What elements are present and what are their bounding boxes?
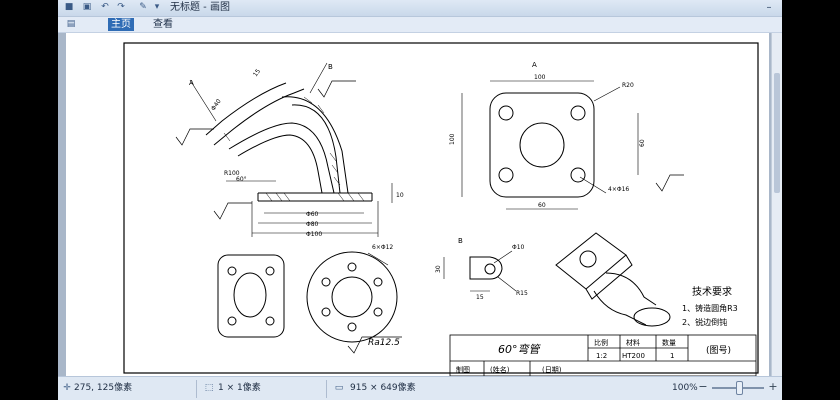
- minimize-button[interactable]: –: [764, 0, 774, 15]
- dim-100-height: 100: [449, 133, 456, 145]
- quantity-value: 1: [670, 352, 674, 360]
- file-menu-icon[interactable]: ▤: [66, 19, 76, 29]
- section-a-label: A: [189, 79, 194, 87]
- dim-phi10: Φ10: [512, 244, 525, 251]
- dim-30: 30: [435, 265, 442, 273]
- window-title: 无标题 - 画图: [170, 2, 230, 13]
- dim-6-holes: 6×Φ12: [372, 244, 393, 251]
- elbow-flange-edge: [205, 82, 287, 136]
- view-a-label: A: [532, 61, 537, 69]
- dim-phi100: Φ100: [306, 231, 322, 238]
- canvas-area: A B Φ40 15 R100 60° 10 Φ60 Φ80 Φ100 A 10…: [58, 33, 782, 376]
- image-size: 915 × 649像素: [350, 383, 416, 393]
- title-bar: ■ ▣ ↶ ↷ ✎ ▾ 无标题 - 画图 –: [58, 0, 782, 17]
- vertical-scrollbar[interactable]: [771, 33, 782, 376]
- image-size-icon: ▭: [334, 383, 344, 393]
- elbow-dimensions: [189, 62, 393, 237]
- elbow-section-view: [205, 82, 373, 202]
- section-hatching: [223, 96, 365, 202]
- redo-icon[interactable]: ↷: [116, 2, 126, 12]
- dim-15-b: 15: [476, 294, 484, 301]
- drawing-canvas[interactable]: A B Φ40 15 R100 60° 10 Φ60 Φ80 Φ100 A 10…: [66, 33, 769, 376]
- undo-icon[interactable]: ↶: [100, 2, 110, 12]
- vertical-scrollbar-thumb[interactable]: [774, 73, 780, 193]
- brush-icon[interactable]: ✎: [138, 2, 148, 12]
- dim-60-width: 60: [538, 202, 546, 209]
- dim-r20: R20: [622, 82, 634, 89]
- square-flange-side-view: [217, 254, 285, 338]
- maker-label: 制图: [456, 365, 470, 374]
- round-flange-view: [306, 251, 398, 343]
- square-flange-view: [489, 92, 595, 198]
- notes-item-1: 1、铸造圆角R3: [682, 303, 738, 313]
- menu-bar: ▤ 主页 查看: [58, 17, 782, 33]
- zoom-out-button[interactable]: −: [698, 381, 708, 393]
- selection-size: 1 × 1像素: [218, 383, 261, 393]
- screen: ■ ▣ ↶ ↷ ✎ ▾ 无标题 - 画图 – ▤ 主页 查看 A B Φ40 1…: [0, 0, 840, 400]
- zoom-level: 100%: [672, 383, 698, 393]
- dim-phi60: Φ60: [306, 211, 319, 218]
- view-b-label: B: [458, 237, 463, 245]
- status-divider: [326, 380, 327, 398]
- maker-date: (日期): [542, 366, 562, 374]
- view-b: [469, 256, 503, 280]
- dim-phi40: Φ40: [210, 98, 223, 112]
- engineering-drawing: A B Φ40 15 R100 60° 10 Φ60 Φ80 Φ100 A 10…: [123, 42, 759, 376]
- dim-100-width: 100: [534, 74, 546, 81]
- col-scale: 比例: [594, 338, 608, 347]
- zoom-slider-thumb[interactable]: [736, 381, 743, 395]
- tab-home[interactable]: 主页: [108, 18, 134, 31]
- col-quantity: 数量: [662, 338, 676, 347]
- selection-size-icon: ⬚: [204, 383, 214, 393]
- section-b-label: B: [328, 63, 333, 71]
- isometric-view: [555, 232, 671, 327]
- square-flange-outline: [489, 92, 595, 198]
- cursor-position: 275, 125像素: [74, 383, 133, 393]
- drawing-number: (图号): [706, 345, 731, 356]
- zoom-in-button[interactable]: +: [768, 381, 778, 393]
- status-bar: ✛ 275, 125像素 ⬚ 1 × 1像素 ▭ 915 × 649像素 100…: [58, 376, 782, 400]
- roughness-symbols: [175, 80, 684, 220]
- dim-15: 15: [252, 68, 262, 78]
- part-name: 60°弯管: [498, 343, 541, 356]
- dim-phi80: Φ80: [306, 221, 319, 228]
- notes-title: 技术要求: [692, 285, 732, 298]
- tab-view[interactable]: 查看: [150, 18, 176, 31]
- maker-name: (姓名): [490, 365, 510, 374]
- cursor-position-icon: ✛: [63, 383, 71, 393]
- roughness-value: Ra12.5: [368, 338, 400, 348]
- flange-bore: [519, 122, 565, 168]
- col-material: 材料: [626, 338, 640, 347]
- dim-4-holes: 4×Φ16: [608, 186, 629, 193]
- save-icon[interactable]: ▣: [82, 2, 92, 12]
- elbow-outer-bore: [291, 104, 341, 194]
- status-divider: [196, 380, 197, 398]
- customize-dropdown-icon[interactable]: ▾: [152, 2, 162, 12]
- dim-60deg: 60°: [236, 176, 247, 183]
- notes-item-2: 2、锐边倒钝: [682, 317, 727, 327]
- dim-r15: R15: [516, 290, 528, 297]
- dim-10: 10: [396, 192, 404, 199]
- paint-app-icon[interactable]: ■: [64, 2, 74, 12]
- round-flange-outline: [306, 251, 398, 343]
- material-value: HT200: [622, 352, 645, 360]
- paint-window: ■ ▣ ↶ ↷ ✎ ▾ 无标题 - 画图 – ▤ 主页 查看 A B Φ40 1…: [58, 0, 782, 400]
- elbow-inner-bore: [237, 134, 323, 194]
- scale-value: 1:2: [596, 352, 607, 360]
- dim-60-height: 60: [639, 139, 646, 147]
